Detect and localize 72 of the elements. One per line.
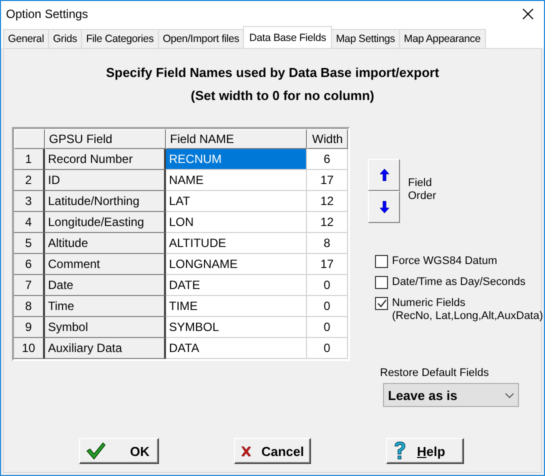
table-cell[interactable]: 0: [307, 296, 348, 317]
move-down-button[interactable]: [368, 191, 400, 223]
table-cell[interactable]: LAT: [166, 191, 307, 212]
tab[interactable]: Open/Import files: [158, 29, 244, 48]
checkbox[interactable]: [375, 276, 388, 289]
row-number: 4: [14, 212, 45, 233]
table-cell[interactable]: 17: [307, 170, 348, 191]
table-cell[interactable]: TIME: [166, 296, 307, 317]
table-cell: Auxiliary Data: [45, 338, 166, 359]
table-cell: Comment: [45, 254, 166, 275]
column-header[interactable]: Field NAME: [166, 129, 307, 149]
subheading: (Set width to 0 for no column): [190, 88, 376, 103]
move-up-button[interactable]: [368, 159, 400, 191]
table-cell: Record Number: [45, 149, 166, 170]
checkbox-label[interactable]: Force WGS84 Datum: [392, 255, 498, 268]
tab[interactable]: Map Settings: [331, 29, 400, 48]
row-number: 7: [14, 275, 45, 296]
table-cell: Date: [45, 275, 166, 296]
column-header[interactable]: Width: [307, 129, 348, 149]
checkbox-label[interactable]: Numeric Fields: [392, 297, 544, 310]
table-cell[interactable]: 17: [307, 254, 348, 275]
checkbox-note: (RecNo, Lat,Long,Alt,AuxData): [392, 310, 544, 323]
heading: Specify Field Names used by Data Base import/export: [104, 65, 440, 80]
table-cell: ID: [45, 170, 166, 191]
tab[interactable]: File Categories: [81, 29, 159, 48]
table-cell[interactable]: 8: [307, 233, 348, 254]
table-cell[interactable]: NAME: [166, 170, 307, 191]
up-arrow-icon: [380, 169, 388, 181]
tab[interactable]: General: [3, 29, 49, 48]
table-cell[interactable]: 0: [307, 317, 348, 338]
question-mark-icon: [393, 441, 407, 461]
cancel-button[interactable]: Cancel: [234, 438, 311, 464]
table-cell: Latitude/Northing: [45, 191, 166, 212]
table-cell[interactable]: 12: [307, 212, 348, 233]
table-cell: Symbol: [45, 317, 166, 338]
checkbox[interactable]: [375, 297, 388, 310]
row-number: 8: [14, 296, 45, 317]
table-cell[interactable]: LON: [166, 212, 307, 233]
row-number: 6: [14, 254, 45, 275]
field-order-label: Field Order: [408, 177, 438, 203]
checkbox[interactable]: [375, 255, 388, 268]
checkbox-label[interactable]: Date/Time as Day/Seconds: [392, 276, 526, 289]
table-cell[interactable]: 12: [307, 191, 348, 212]
table-cell[interactable]: DATE: [166, 275, 307, 296]
column-header[interactable]: GPSU Field: [45, 129, 166, 149]
row-number: 3: [14, 191, 45, 212]
table-cell: Longitude/Easting: [45, 212, 166, 233]
row-number: 10: [14, 338, 45, 359]
table-cell[interactable]: 0: [307, 338, 348, 359]
checkmark-icon: [86, 442, 106, 460]
row-number: 1: [14, 149, 45, 170]
window-title: Option Settings: [6, 6, 88, 20]
table-cell[interactable]: 0: [307, 275, 348, 296]
table-cell: Altitude: [45, 233, 166, 254]
tab[interactable]: Grids: [48, 29, 82, 48]
restore-dropdown[interactable]: Leave as is: [383, 383, 519, 407]
table-cell[interactable]: ALTITUDE: [166, 233, 307, 254]
table-cell[interactable]: SYMBOL: [166, 317, 307, 338]
chevron-down-icon: [505, 392, 514, 398]
table-cell[interactable]: LONGNAME: [166, 254, 307, 275]
help-button[interactable]: Help: [386, 438, 464, 464]
ok-button[interactable]: OK: [79, 438, 159, 464]
row-number: 5: [14, 233, 45, 254]
table-cell: Time: [45, 296, 166, 317]
row-number: 9: [14, 317, 45, 338]
restore-label: Restore Default Fields: [380, 367, 490, 379]
table-cell[interactable]: DATA: [166, 338, 307, 359]
table-cell[interactable]: 6: [307, 149, 348, 170]
tab[interactable]: Map Appearance: [398, 29, 486, 48]
down-arrow-icon: [380, 201, 388, 213]
row-number: 2: [14, 170, 45, 191]
table-cell[interactable]: RECNUM: [166, 149, 307, 170]
